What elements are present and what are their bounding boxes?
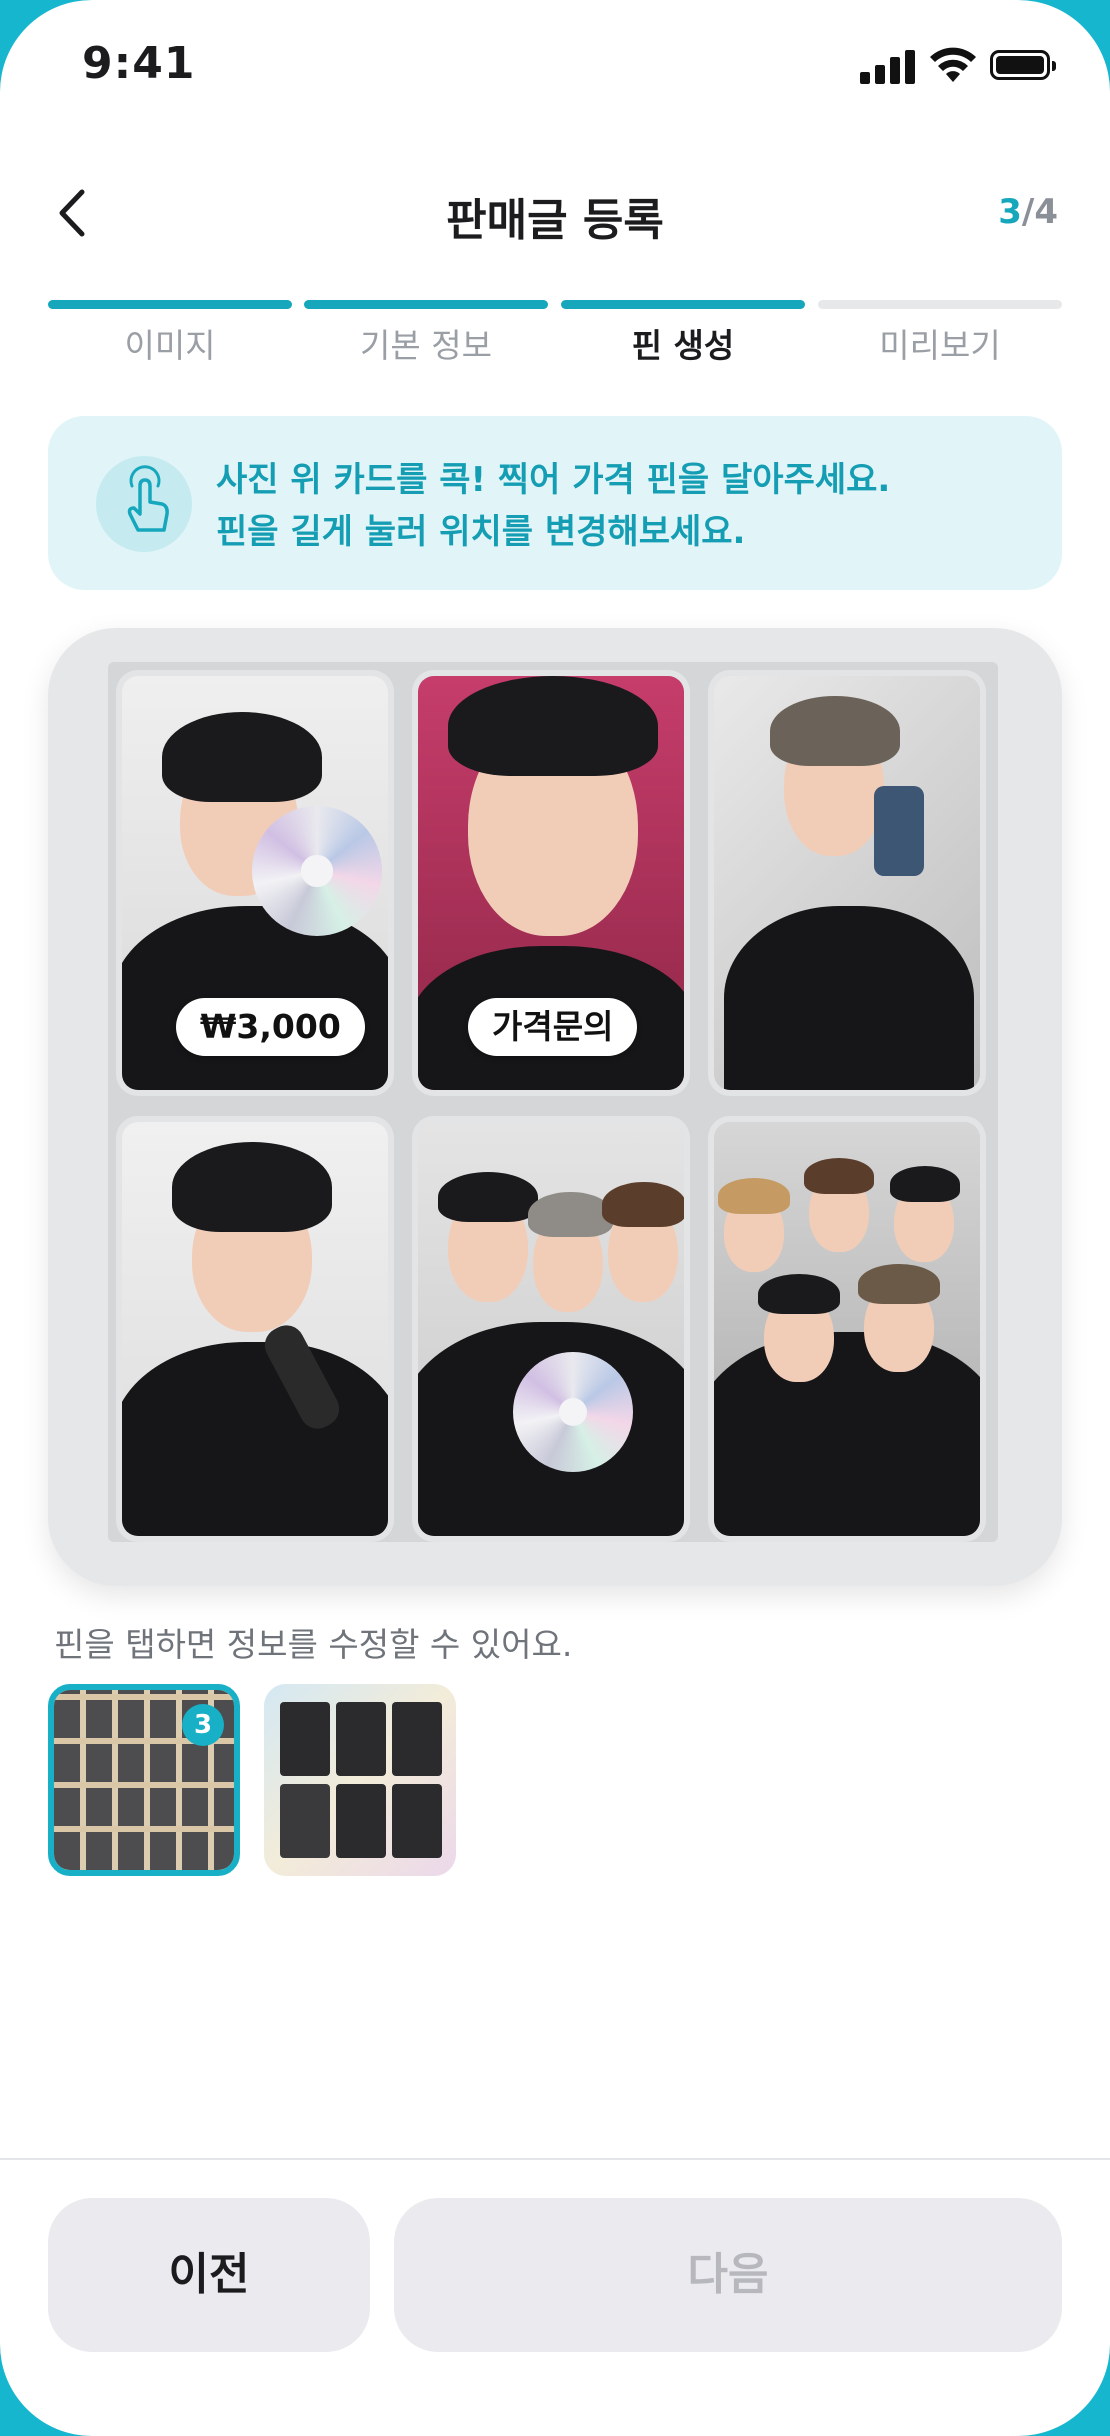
photo-board[interactable]: ₩3,000 가격문의 xyxy=(48,628,1062,1586)
step-label: 이미지 xyxy=(124,326,216,365)
cd-prop xyxy=(513,1352,633,1472)
cellular-signal-icon xyxy=(860,48,916,84)
step-images: 이미지 xyxy=(48,300,292,367)
step-bar xyxy=(48,300,292,309)
page-title: 판매글 등록 xyxy=(446,195,664,246)
phone-prop xyxy=(874,786,924,876)
step-counter: 3/4 xyxy=(998,192,1058,232)
app-screen: 9:41 판매글 등록 3/4 이미지 기본 정보 핀 생성 미리보기 사진 위… xyxy=(0,0,1110,2436)
cd-prop xyxy=(252,806,382,936)
step-label: 미리보기 xyxy=(879,326,1001,365)
photocard-5[interactable] xyxy=(418,1122,684,1536)
step-separator: / xyxy=(1021,192,1035,232)
image-thumbnail-1[interactable]: 3 xyxy=(48,1684,240,1876)
footer-divider xyxy=(0,2158,1110,2160)
price-pin-2[interactable]: 가격문의 xyxy=(468,998,638,1056)
step-total: 4 xyxy=(1034,192,1058,232)
step-label: 핀 생성 xyxy=(631,326,735,365)
step-current: 3 xyxy=(998,192,1022,232)
info-banner: 사진 위 카드를 콕! 찍어 가격 핀을 달아주세요. 핀을 길게 눌러 위치를… xyxy=(48,416,1062,590)
banner-line-2: 핀을 길게 눌러 위치를 변경해보세요. xyxy=(216,512,746,552)
photocard-6[interactable] xyxy=(714,1122,980,1536)
prev-button[interactable]: 이전 xyxy=(48,2198,370,2352)
step-bar xyxy=(561,300,805,309)
step-basic-info: 기본 정보 xyxy=(304,300,548,367)
banner-line-1: 사진 위 카드를 콕! 찍어 가격 핀을 달아주세요. xyxy=(216,460,891,500)
status-time: 9:41 xyxy=(82,38,196,89)
price-pin-1[interactable]: ₩3,000 xyxy=(176,998,365,1056)
image-thumbnail-2[interactable] xyxy=(264,1684,456,1876)
battery-icon xyxy=(990,50,1056,80)
step-pin-create: 핀 생성 xyxy=(561,300,805,367)
next-button[interactable]: 다음 xyxy=(394,2198,1062,2352)
step-bar xyxy=(818,300,1062,309)
tap-hand-icon xyxy=(96,456,192,552)
wifi-icon xyxy=(930,47,976,82)
step-preview: 미리보기 xyxy=(818,300,1062,367)
photocard-3[interactable] xyxy=(714,676,980,1090)
step-bar xyxy=(304,300,548,309)
progress-stepper: 이미지 기본 정보 핀 생성 미리보기 xyxy=(48,300,1062,380)
photocard-4[interactable] xyxy=(122,1122,388,1536)
edit-hint: 핀을 탭하면 정보를 수정할 수 있어요. xyxy=(54,1625,573,1664)
pin-count-badge: 3 xyxy=(182,1704,224,1746)
step-label: 기본 정보 xyxy=(360,326,492,365)
